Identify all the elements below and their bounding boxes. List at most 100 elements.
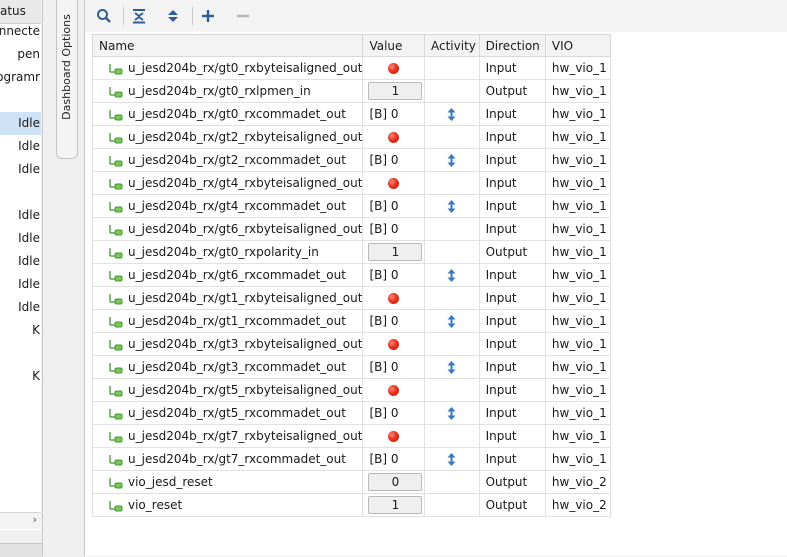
- table-row[interactable]: u_jesd204b_rx/gt5_rxbyteisaligned_out Inp…: [91, 378, 612, 402]
- collapse-all-icon[interactable]: [127, 4, 151, 28]
- value-cell: [B] 0: [362, 355, 425, 379]
- probe-name-cell: u_jesd204b_rx/gt3_rxbyteisaligned_out: [91, 332, 364, 356]
- direction-text: Output: [485, 475, 528, 489]
- vio-cell: hw_vio_1: [544, 240, 612, 264]
- probe-name: u_jesd204b_rx/gt5_rxcommadet_out: [128, 406, 346, 420]
- left-bottom-bar: [0, 543, 42, 557]
- status-row[interactable]: Idle: [0, 250, 41, 273]
- value-cell: 1: [362, 493, 425, 517]
- status-row[interactable]: pen: [0, 43, 41, 66]
- direction-cell: Input: [478, 286, 546, 310]
- status-text: rogramr: [0, 70, 40, 84]
- table-row[interactable]: u_jesd204b_rx/gt3_rxbyteisaligned_out Inp…: [91, 332, 612, 356]
- column-header-name[interactable]: Name: [91, 34, 364, 57]
- table-row[interactable]: u_jesd204b_rx/gt0_rxbyteisaligned_out Inp…: [91, 56, 612, 80]
- status-row[interactable]: Idle: [0, 273, 41, 296]
- status-text: Idle: [18, 231, 40, 245]
- vio-text: hw_vio_1: [551, 452, 607, 466]
- activity-toggle-icon[interactable]: [447, 407, 456, 420]
- direction-text: Input: [485, 153, 517, 167]
- probe-name: u_jesd204b_rx/gt0_rxbyteisaligned_out: [128, 61, 363, 75]
- table-row[interactable]: u_jesd204b_rx/gt6_rxbyteisaligned_out [B]…: [91, 217, 612, 241]
- status-row[interactable]: Idle: [0, 135, 41, 158]
- activity-cell: [424, 493, 480, 517]
- dashboard-options-tab[interactable]: Dashboard Options: [56, 0, 78, 159]
- table-row[interactable]: u_jesd204b_rx/gt3_rxcommadet_out [B] 0 Inp…: [91, 355, 612, 379]
- value-cell: [B] 0: [362, 309, 425, 333]
- column-header-value[interactable]: Value: [362, 34, 425, 57]
- direction-cell: Input: [478, 102, 546, 126]
- output-value-field[interactable]: 1: [368, 82, 423, 100]
- status-row[interactable]: K: [0, 319, 41, 342]
- activity-cell: [424, 79, 480, 103]
- status-row[interactable]: Idle: [0, 112, 41, 135]
- status-panel: atus onnectepenrogramrIdleIdleIdleIdleId…: [0, 0, 43, 557]
- table-row[interactable]: u_jesd204b_rx/gt4_rxbyteisaligned_out Inp…: [91, 171, 612, 195]
- activity-cell: [424, 263, 480, 287]
- column-header-vio[interactable]: VIO: [544, 34, 612, 57]
- status-row[interactable]: Idle: [0, 227, 41, 250]
- table-row[interactable]: u_jesd204b_rx/gt7_rxcommadet_out [B] 0 Inp…: [91, 447, 612, 471]
- table-row[interactable]: u_jesd204b_rx/gt0_rxlpmen_in 1 Output hw_vi…: [91, 79, 612, 103]
- activity-toggle-icon[interactable]: [447, 315, 456, 328]
- activity-toggle-icon[interactable]: [447, 269, 456, 282]
- status-row[interactable]: [0, 181, 41, 204]
- activity-toggle-icon[interactable]: [447, 361, 456, 374]
- probe-table: Name Value Activity Direction VIO u_jesd…: [91, 34, 612, 517]
- vio-cell: hw_vio_1: [544, 355, 612, 379]
- value-cell: [B] 0: [362, 148, 425, 172]
- table-row[interactable]: vio_reset 1 Output hw_vio_2: [91, 493, 612, 517]
- status-text: onnecte: [0, 24, 40, 38]
- direction-cell: Input: [478, 125, 546, 149]
- table-row[interactable]: u_jesd204b_rx/gt7_rxbyteisaligned_out Inp…: [91, 424, 612, 448]
- table-row[interactable]: u_jesd204b_rx/gt0_rxcommadet_out [B] 0 Inp…: [91, 102, 612, 126]
- direction-text: Input: [485, 222, 517, 236]
- table-row[interactable]: u_jesd204b_rx/gt2_rxcommadet_out [B] 0 Inp…: [91, 148, 612, 172]
- status-row[interactable]: [0, 342, 41, 365]
- status-row[interactable]: Idle: [0, 204, 41, 227]
- column-header-direction[interactable]: Direction: [478, 34, 546, 57]
- output-value-field[interactable]: 1: [368, 496, 423, 514]
- status-row[interactable]: rogramr: [0, 66, 41, 89]
- status-row[interactable]: [0, 89, 41, 112]
- probe-name-cell: u_jesd204b_rx/gt5_rxbyteisaligned_out: [91, 378, 364, 402]
- output-value-field[interactable]: 0: [368, 473, 423, 491]
- probe-name: u_jesd204b_rx/gt1_rxcommadet_out: [128, 314, 346, 328]
- table-row[interactable]: u_jesd204b_rx/gt1_rxbyteisaligned_out Inp…: [91, 286, 612, 310]
- status-text: Idle: [18, 277, 40, 291]
- value-cell: [362, 332, 425, 356]
- search-icon[interactable]: [92, 4, 116, 28]
- status-row[interactable]: Idle: [0, 158, 41, 181]
- dashboard-options-label: Dashboard Options: [60, 14, 73, 120]
- activity-toggle-icon[interactable]: [447, 108, 456, 121]
- status-text: Idle: [18, 116, 40, 130]
- activity-toggle-icon[interactable]: [447, 453, 456, 466]
- column-header-activity[interactable]: Activity: [424, 34, 480, 57]
- table-row[interactable]: u_jesd204b_rx/gt0_rxpolarity_in 1 Output hw…: [91, 240, 612, 264]
- table-row[interactable]: u_jesd204b_rx/gt4_rxcommadet_out [B] 0 Inp…: [91, 194, 612, 218]
- activity-toggle-icon[interactable]: [447, 154, 456, 167]
- table-row[interactable]: u_jesd204b_rx/gt1_rxcommadet_out [B] 0 Inp…: [91, 309, 612, 333]
- probe-name-cell: u_jesd204b_rx/gt2_rxcommadet_out: [91, 148, 364, 172]
- vio-probes-panel: Name Value Activity Direction VIO u_jesd…: [84, 0, 787, 556]
- output-value-field[interactable]: 1: [368, 243, 423, 261]
- activity-toggle-icon[interactable]: [447, 200, 456, 213]
- table-row[interactable]: u_jesd204b_rx/gt5_rxcommadet_out [B] 0 Inp…: [91, 401, 612, 425]
- activity-cell: [424, 148, 480, 172]
- status-row[interactable]: K: [0, 365, 41, 388]
- status-row[interactable]: Idle: [0, 296, 41, 319]
- vio-cell: hw_vio_1: [544, 378, 612, 402]
- signal-probe-icon: [109, 454, 123, 465]
- direction-cell: Input: [478, 447, 546, 471]
- expand-all-icon[interactable]: [161, 4, 185, 28]
- table-row[interactable]: u_jesd204b_rx/gt2_rxbyteisaligned_out Inp…: [91, 125, 612, 149]
- probe-name-cell: u_jesd204b_rx/gt1_rxbyteisaligned_out: [91, 286, 364, 310]
- table-row[interactable]: u_jesd204b_rx/gt6_rxcommadet_out [B] 0 Inp…: [91, 263, 612, 287]
- table-row[interactable]: vio_jesd_reset 0 Output hw_vio_2: [91, 470, 612, 494]
- status-row[interactable]: onnecte: [0, 20, 41, 43]
- add-icon[interactable]: [196, 4, 220, 28]
- scroll-right-icon[interactable]: ›: [33, 513, 37, 526]
- direction-text: Input: [485, 176, 517, 190]
- horizontal-scrollbar[interactable]: ›: [0, 512, 41, 529]
- probe-name-cell: u_jesd204b_rx/gt7_rxbyteisaligned_out: [91, 424, 364, 448]
